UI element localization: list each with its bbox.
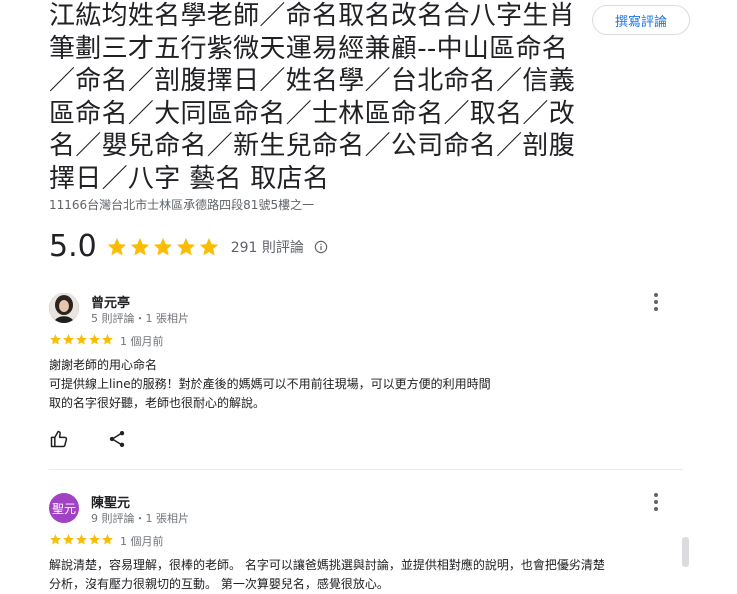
star-icon	[102, 534, 113, 545]
star-icon	[76, 534, 87, 545]
review-line: 分析，沒有壓力很親切的互動。 第一次算嬰兒名，感覺很放心。	[49, 577, 389, 591]
star-icon	[63, 534, 74, 545]
review-count[interactable]: 291 則評論	[231, 237, 304, 257]
review-text: 解說清楚，容易理解，很棒的老師。 名字可以讓爸媽挑選與討論，並提供相對應的說明，…	[49, 556, 669, 594]
review-divider	[49, 469, 683, 470]
rating-summary: 5.0 291 則評論	[49, 229, 328, 264]
star-icon	[76, 334, 87, 345]
star-icon	[63, 334, 74, 345]
review-stars	[49, 533, 114, 546]
star-icon	[176, 237, 195, 255]
user-photo-icon	[49, 293, 79, 323]
scrollbar-thumb[interactable]	[682, 537, 689, 567]
reviewer-meta: 9 則評論・1 張相片	[91, 512, 189, 525]
star-icon	[199, 237, 218, 255]
avatar[interactable]	[49, 293, 79, 323]
star-icon	[89, 534, 100, 545]
reviewer-name[interactable]: 陳聖元	[91, 492, 130, 511]
write-review-button[interactable]: 撰寫評論	[592, 5, 690, 35]
review-stars	[49, 333, 114, 346]
review-time: 1 個月前	[120, 335, 164, 348]
place-address: 11166台灣台北市士林區承德路四段81號5樓之一	[49, 198, 315, 212]
review-actions	[49, 429, 165, 449]
star-icon	[89, 334, 100, 345]
star-icon	[50, 534, 61, 545]
share-icon[interactable]	[107, 429, 127, 449]
star-icon	[153, 237, 172, 255]
rating-stars	[106, 236, 221, 258]
avatar[interactable]: 聖元	[49, 493, 79, 523]
info-icon[interactable]	[314, 240, 328, 254]
star-icon	[107, 237, 126, 255]
reviewer-meta: 5 則評論・1 張相片	[91, 312, 189, 325]
thumbs-up-icon[interactable]	[49, 429, 69, 449]
review-line: 解說清楚，容易理解，很棒的老師。 名字可以讓爸媽挑選與討論，並提供相對應的說明，…	[49, 558, 605, 572]
review-line: 可提供線上line的服務！對於產後的媽媽可以不用前往現場，可以更方便的利用時間	[49, 377, 491, 391]
more-options-icon[interactable]	[649, 493, 663, 511]
more-options-icon[interactable]	[649, 293, 663, 311]
review-time: 1 個月前	[120, 535, 164, 548]
star-icon	[50, 334, 61, 345]
review-text: 謝謝老師的用心命名 可提供線上line的服務！對於產後的媽媽可以不用前往現場，可…	[49, 356, 669, 413]
review-line: 取的名字很好聽，老師也很耐心的解說。	[49, 396, 266, 410]
reviewer-name[interactable]: 曾元亭	[91, 292, 130, 311]
star-icon	[130, 237, 149, 255]
place-title: 江紘均姓名學老師／命名取名改名合八字生肖筆劃三才五行紫微天運易經兼顧--中山區命…	[49, 1, 576, 194]
rating-value: 5.0	[49, 229, 97, 264]
star-icon	[102, 334, 113, 345]
review-line: 謝謝老師的用心命名	[49, 358, 158, 372]
